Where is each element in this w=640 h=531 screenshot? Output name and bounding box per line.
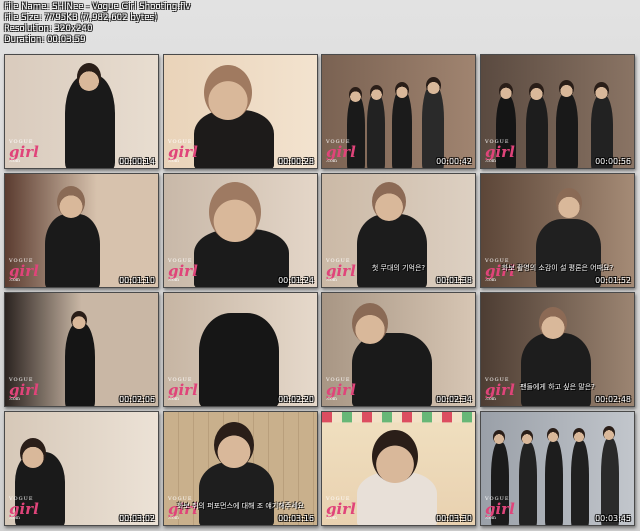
video-frame-thumbnail[interactable]: VOGUE girl .com 화보 촬영의 소감이 설 평론은 어때요? 00:01:… — [480, 173, 635, 288]
thumbnail-sheet: File Name: SHINee - Vogue Girl Shooting.… — [0, 0, 640, 531]
timestamp-label: 00:00:14 — [119, 157, 155, 166]
person-head — [214, 422, 254, 468]
video-frame-thumbnail[interactable]: VOGUE girl .com 00:00:14 — [4, 54, 159, 169]
timestamp-label: 00:02:48 — [595, 395, 631, 404]
vogue-girl-logo: VOGUE girl .com — [9, 495, 39, 521]
person-head — [529, 83, 544, 100]
timestamp-label: 00:01:38 — [436, 276, 472, 285]
person-figure — [45, 214, 100, 287]
vogue-girl-logo: VOGUE girl .com — [9, 257, 39, 283]
person-head — [372, 182, 406, 221]
person-head — [370, 85, 383, 100]
video-frame-thumbnail[interactable]: VOGUE girl .com 화보 취의 퍼포먼스에 대해 조 얘기해주세요 00:0… — [163, 411, 318, 526]
video-frame-thumbnail[interactable]: VOGUE girl .com 00:00:56 — [480, 54, 635, 169]
person-figure — [352, 333, 432, 406]
video-frame-thumbnail[interactable]: VOGUE girl .com 00:03:30 — [321, 411, 476, 526]
person-figure — [367, 93, 385, 168]
person-head — [57, 186, 85, 218]
person-head — [493, 430, 505, 444]
person-head — [603, 426, 615, 440]
vogue-girl-logo: VOGUE girl .com — [485, 495, 515, 521]
subtitle-text: 화보 촬영의 소감이 설 평론은 어때요? — [501, 264, 614, 272]
vogue-girl-logo: VOGUE girl .com — [326, 376, 356, 402]
person-head — [521, 430, 533, 444]
person-figure — [526, 95, 548, 168]
person-head — [20, 438, 46, 468]
person-figure — [199, 313, 279, 406]
person-figure — [601, 438, 619, 525]
person-head — [77, 63, 101, 91]
timestamp-label: 00:00:42 — [436, 157, 472, 166]
timestamp-label: 00:01:52 — [595, 276, 631, 285]
person-head — [547, 428, 559, 442]
video-frame-thumbnail[interactable]: VOGUE girl .com 00:03:02 — [4, 411, 159, 526]
subtitle-text: 첫 무대의 기억은? — [371, 264, 426, 272]
video-frame-thumbnail[interactable]: VOGUE girl .com 00:03:45 — [480, 411, 635, 526]
timestamp-label: 00:03:02 — [119, 514, 155, 523]
person-figure — [536, 219, 601, 287]
video-frame-thumbnail[interactable]: VOGUE girl .com 00:02:34 — [321, 292, 476, 407]
person-figure — [357, 214, 427, 287]
person-head — [594, 82, 609, 99]
person-head — [71, 311, 87, 329]
video-frame-thumbnail[interactable]: VOGUE girl .com 00:02:20 — [163, 292, 318, 407]
video-frame-thumbnail[interactable]: VOGUE girl .com 00:01:10 — [4, 173, 159, 288]
vogue-girl-logo: VOGUE girl .com — [326, 138, 356, 164]
person-head — [372, 430, 418, 483]
person-head — [573, 428, 585, 442]
person-figure — [545, 440, 563, 525]
person-figure — [521, 333, 591, 406]
vogue-girl-logo: VOGUE girl .com — [485, 138, 515, 164]
vogue-girl-logo: VOGUE girl .com — [168, 257, 198, 283]
person-head — [426, 77, 441, 94]
vogue-girl-logo: VOGUE girl .com — [9, 376, 39, 402]
person-head — [349, 87, 362, 102]
person-figure — [199, 462, 274, 525]
person-figure — [519, 442, 537, 525]
person-head — [352, 303, 388, 344]
timestamp-label: 00:01:24 — [278, 276, 314, 285]
vogue-girl-logo: VOGUE girl .com — [168, 376, 198, 402]
vogue-girl-logo: VOGUE girl .com — [168, 138, 198, 164]
person-figure — [571, 440, 589, 525]
subtitle-text: 팬들에게 하고 싶은 말은? — [520, 383, 595, 391]
video-frame-thumbnail[interactable]: VOGUE girl .com 00:02:06 — [4, 292, 159, 407]
video-frame-thumbnail[interactable]: VOGUE girl .com 첫 무대의 기억은? 00:01:38 — [321, 173, 476, 288]
video-frame-thumbnail[interactable]: VOGUE girl .com 00:01:24 — [163, 173, 318, 288]
timestamp-label: 00:00:56 — [595, 157, 631, 166]
person-figure — [556, 93, 578, 168]
person-head — [539, 307, 567, 339]
person-head — [556, 188, 582, 218]
person-head — [204, 65, 252, 120]
thumbnail-grid: VOGUE girl .com 00:00:14 VOGUE girl .com 00:00:… — [0, 0, 640, 531]
timestamp-label: 00:03:45 — [595, 514, 631, 523]
timestamp-label: 00:03:16 — [278, 514, 314, 523]
video-frame-thumbnail[interactable]: VOGUE girl .com 00:00:28 — [163, 54, 318, 169]
timestamp-label: 00:00:28 — [278, 157, 314, 166]
timestamp-label: 00:02:34 — [436, 395, 472, 404]
person-head — [209, 182, 261, 242]
video-frame-thumbnail[interactable]: VOGUE girl .com 00:00:42 — [321, 54, 476, 169]
vogue-girl-logo: VOGUE girl .com — [326, 495, 356, 521]
person-figure — [65, 323, 95, 406]
timestamp-label: 00:02:20 — [278, 395, 314, 404]
person-head — [499, 83, 513, 99]
timestamp-label: 00:03:30 — [436, 514, 472, 523]
person-head — [559, 80, 574, 97]
person-head — [395, 82, 409, 98]
subtitle-text: 화보 취의 퍼포먼스에 대해 조 얘기해주세요 — [176, 502, 305, 510]
vogue-girl-logo: VOGUE girl .com — [9, 138, 39, 164]
person-figure — [392, 90, 412, 168]
video-frame-thumbnail[interactable]: VOGUE girl .com 팬들에게 하고 싶은 말은? 00:02:48 — [480, 292, 635, 407]
timestamp-label: 00:01:10 — [119, 276, 155, 285]
timestamp-label: 00:02:06 — [119, 395, 155, 404]
